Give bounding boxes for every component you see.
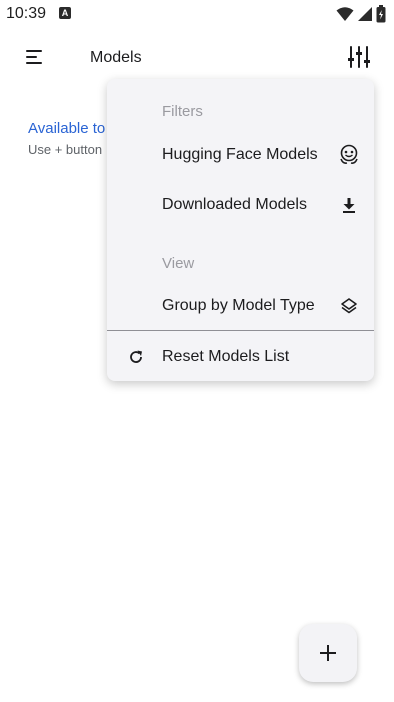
- wifi-icon: [336, 7, 354, 21]
- empty-state-subtitle: Use + button: [28, 142, 103, 157]
- filter-menu: Filters Hugging Face Models Downloaded M…: [107, 79, 374, 381]
- status-time: 10:39: [6, 5, 47, 22]
- plus-icon: [320, 645, 336, 661]
- menu-item-downloaded-models[interactable]: Downloaded Models: [107, 181, 374, 229]
- menu-item-label: Reset Models List: [162, 348, 290, 365]
- refresh-icon: [125, 346, 147, 368]
- page-title: Models: [90, 49, 142, 66]
- menu-item-reset-models-list[interactable]: Reset Models List: [107, 333, 374, 381]
- add-model-button[interactable]: [299, 624, 357, 682]
- menu-item-group-by-model-type[interactable]: Group by Model Type: [107, 282, 374, 330]
- signal-icon: [358, 7, 372, 21]
- view-header: View: [162, 255, 195, 272]
- status-icons: [336, 5, 386, 23]
- filter-icon[interactable]: [346, 44, 372, 70]
- empty-state-title: Available to: [28, 120, 106, 137]
- menu-icon[interactable]: [24, 48, 46, 66]
- menu-item-label: Hugging Face Models: [162, 146, 318, 163]
- hugging-face-icon: [338, 144, 360, 166]
- status-bar: 10:39 A: [0, 0, 394, 28]
- battery-icon: [376, 5, 386, 23]
- download-icon: [338, 194, 360, 216]
- menu-item-label: Downloaded Models: [162, 196, 307, 213]
- menu-item-hugging-face-models[interactable]: Hugging Face Models: [107, 131, 374, 179]
- menu-item-label: Group by Model Type: [162, 297, 315, 314]
- filters-header: Filters: [162, 103, 203, 120]
- menu-divider: [107, 330, 374, 331]
- notification-icon: A: [59, 7, 71, 19]
- layers-icon: [338, 295, 360, 317]
